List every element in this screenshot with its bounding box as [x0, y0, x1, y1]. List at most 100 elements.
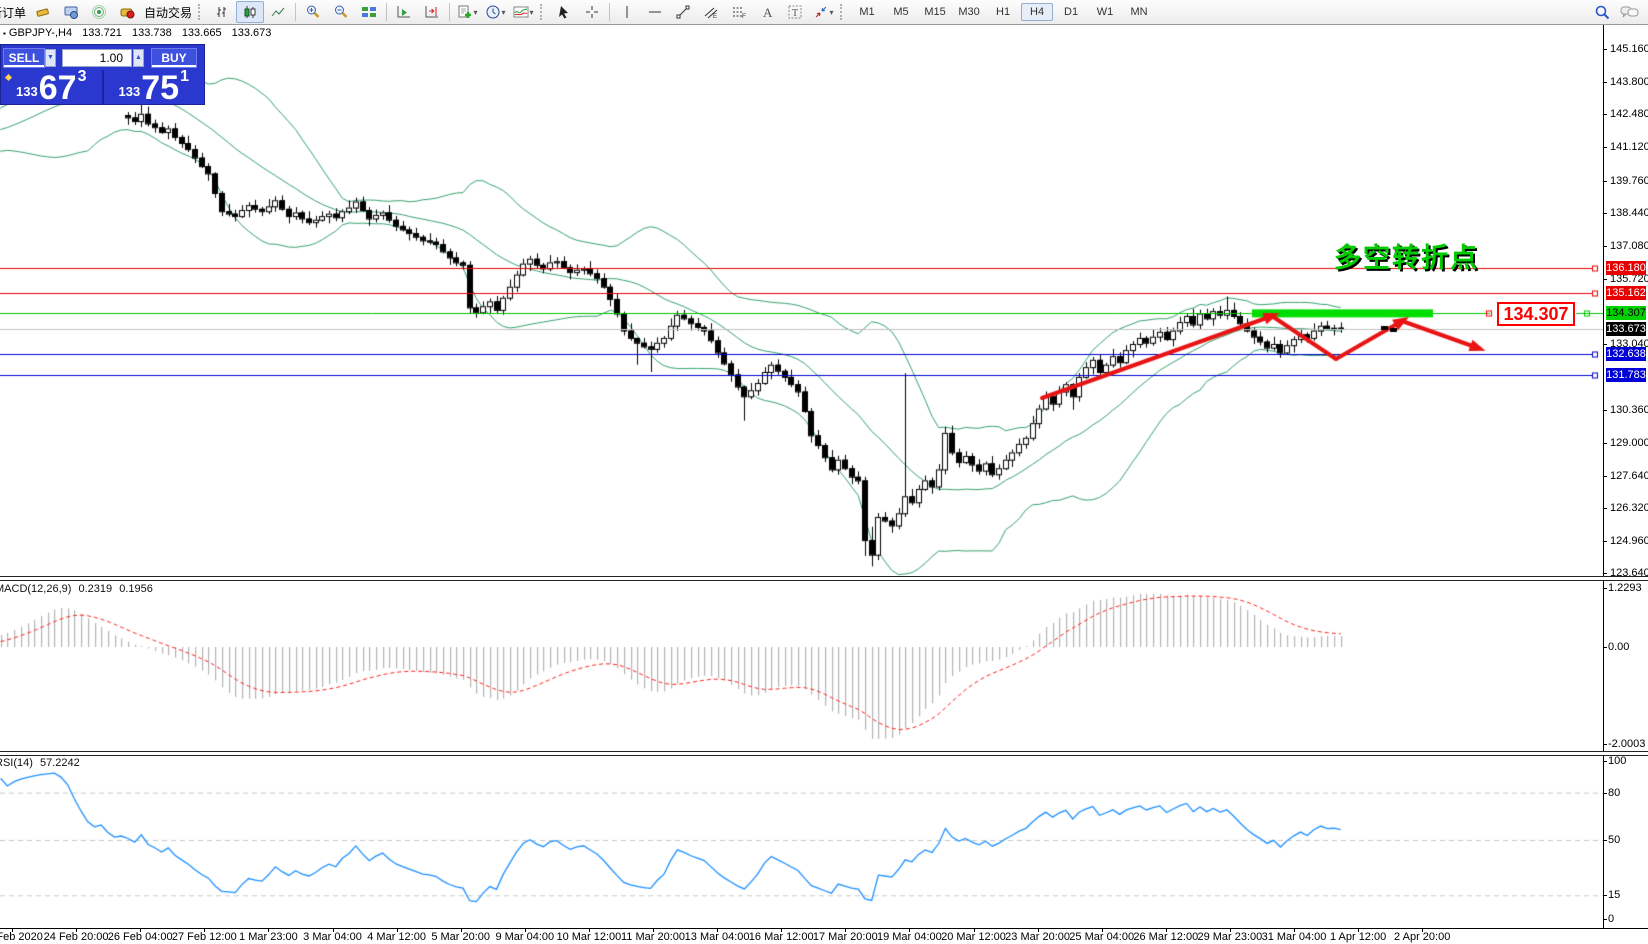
date-axis-label: 21 Feb 2020 — [0, 931, 43, 943]
ohlc-bars-icon[interactable] — [208, 1, 236, 23]
chevron-down-icon[interactable]: ▾ — [530, 8, 534, 17]
bid-price[interactable]: 133 67 3 — [1, 70, 104, 105]
chevron-down-icon[interactable]: ▾ — [830, 8, 834, 17]
price-axis-tick — [1603, 147, 1607, 148]
macd-chart-canvas[interactable] — [0, 580, 1603, 752]
chevron-down-icon[interactable]: ▾ — [474, 8, 478, 17]
rsi-axis-label: 50 — [1608, 834, 1620, 846]
macd-axis-tick — [1603, 647, 1607, 648]
chevron-down-icon[interactable]: ▾ — [502, 8, 506, 17]
timeframe-button-m1[interactable]: M1 — [851, 3, 883, 21]
timeframe-bar: M1M5M15M30H1H4D1W1MN — [850, 3, 1156, 21]
chat-icon[interactable] — [1616, 1, 1644, 23]
timeframe-button-w1[interactable]: W1 — [1089, 3, 1121, 21]
one-click-trade-panel: SELL ▼ 1.00 ▲ BUY 133 67 3 133 75 1 — [0, 44, 205, 105]
volume-input[interactable]: 1.00 — [62, 49, 132, 67]
price-axis-label: 126.320 — [1610, 502, 1648, 514]
trendline-icon[interactable] — [669, 1, 697, 23]
date-axis-label: 29 Mar 23:00 — [1197, 931, 1262, 943]
ask-price[interactable]: 133 75 1 — [104, 70, 205, 105]
rsi-axis-tick — [1603, 761, 1607, 762]
crosshair-icon[interactable] — [578, 1, 606, 23]
price-axis-tick — [1603, 541, 1607, 542]
new-order-button[interactable]: 新订单 — [0, 4, 29, 21]
line-chart-icon[interactable] — [264, 1, 292, 23]
tile-windows-icon[interactable] — [355, 1, 383, 23]
macd-axis-tick — [1603, 588, 1607, 589]
equidistant-channel-icon[interactable]: E — [697, 1, 725, 23]
price-axis-tick — [1603, 82, 1607, 83]
date-axis-label: 24 Feb 20:00 — [44, 931, 109, 943]
candlestick-icon[interactable] — [236, 1, 264, 23]
ask-prefix: 133 — [119, 84, 141, 99]
timeframe-button-h1[interactable]: H1 — [987, 3, 1019, 21]
rsi-axis-tick — [1603, 793, 1607, 794]
market-watch-icon[interactable] — [29, 1, 57, 23]
svg-text:E: E — [713, 14, 717, 20]
bid-prefix: 133 — [16, 84, 38, 99]
svg-text:F: F — [742, 13, 746, 20]
timeframe-button-m30[interactable]: M30 — [953, 3, 985, 21]
date-axis-label: 23 Mar 20:00 — [1005, 931, 1070, 943]
timeframe-button-m5[interactable]: M5 — [885, 3, 917, 21]
vertical-line-icon[interactable] — [613, 1, 641, 23]
macd-axis-label: -2.0003 — [1608, 738, 1645, 750]
quote-open: 133.721 — [82, 27, 122, 39]
cursor-icon[interactable] — [550, 1, 578, 23]
date-axis-label: 1 Mar 23:00 — [239, 931, 298, 943]
indicators-icon[interactable]: ▾ — [509, 1, 537, 23]
price-axis-tick — [1603, 443, 1607, 444]
sell-button[interactable]: SELL — [3, 48, 45, 68]
rsi-axis-tick — [1603, 895, 1607, 896]
signal-icon[interactable] — [85, 1, 113, 23]
timeframe-button-mn[interactable]: MN — [1123, 3, 1155, 21]
periods-icon[interactable]: ▾ — [481, 1, 509, 23]
price-callout-label[interactable]: 134.307 — [1497, 302, 1575, 326]
volume-increase-button[interactable]: ▲ — [133, 49, 144, 67]
horizontal-line-icon[interactable] — [641, 1, 669, 23]
mt4-terminal: { "toolbar": { "new_order_label": "新订单",… — [0, 0, 1648, 944]
price-axis-label: 142.480 — [1610, 108, 1648, 120]
timeframe-button-h4[interactable]: H4 — [1021, 3, 1053, 21]
autotrade-icon[interactable] — [113, 1, 141, 23]
svg-text:A: A — [763, 5, 773, 20]
new-chart-icon[interactable]: ▾ — [453, 1, 481, 23]
price-chart-canvas[interactable] — [0, 24, 1603, 576]
macd-axis-tick — [1603, 744, 1607, 745]
price-axis-label: 138.440 — [1610, 207, 1648, 219]
text-icon[interactable]: A — [753, 1, 781, 23]
panel-separator[interactable] — [0, 576, 1648, 581]
macd-label: MACD(12,26,9) 0.2319 0.1956 — [0, 583, 153, 595]
price-axis-label: 145.160 — [1610, 43, 1648, 55]
toolbar-grip[interactable] — [840, 4, 847, 20]
search-icon[interactable] — [1588, 1, 1616, 23]
toolbar-grip[interactable] — [198, 4, 205, 20]
chart-shift-icon[interactable] — [418, 1, 446, 23]
volume-decrease-button[interactable]: ▼ — [45, 49, 56, 67]
zoom-in-icon[interactable] — [299, 1, 327, 23]
zoom-out-icon[interactable] — [327, 1, 355, 23]
rsi-axis-label: 100 — [1608, 755, 1626, 767]
timeframe-button-d1[interactable]: D1 — [1055, 3, 1087, 21]
arrows-tool-icon[interactable]: ▾ — [809, 1, 837, 23]
toolbar: 新订单 自动交易 ▾ ▾ ▾ E F A T ▾ M1M5M15M30H1H4D — [0, 0, 1648, 25]
toolbar-grip[interactable] — [540, 4, 547, 20]
price-axis-label: 139.760 — [1610, 175, 1648, 187]
fibonacci-icon[interactable]: F — [725, 1, 753, 23]
turning-point-annotation[interactable]: 多空转折点 — [1334, 236, 1479, 275]
buy-button[interactable]: BUY — [151, 48, 197, 68]
quote-low: 133.665 — [182, 27, 222, 39]
date-axis-label: 20 Mar 12:00 — [941, 931, 1006, 943]
timeframe-button-m15[interactable]: M15 — [919, 3, 951, 21]
autotrade-button[interactable]: 自动交易 — [141, 4, 195, 21]
history-center-icon[interactable] — [57, 1, 85, 23]
rsi-chart-canvas[interactable] — [0, 755, 1603, 928]
rsi-value: 57.2242 — [40, 757, 80, 769]
price-axis-tick — [1603, 181, 1607, 182]
auto-scroll-icon[interactable] — [390, 1, 418, 23]
date-axis-label: 5 Mar 20:00 — [431, 931, 490, 943]
macd-axis-label: 0.00 — [1608, 641, 1629, 653]
text-label-icon[interactable]: T — [781, 1, 809, 23]
panel-separator[interactable] — [0, 751, 1648, 756]
rsi-label: RSI(14) 57.2242 — [0, 757, 80, 769]
